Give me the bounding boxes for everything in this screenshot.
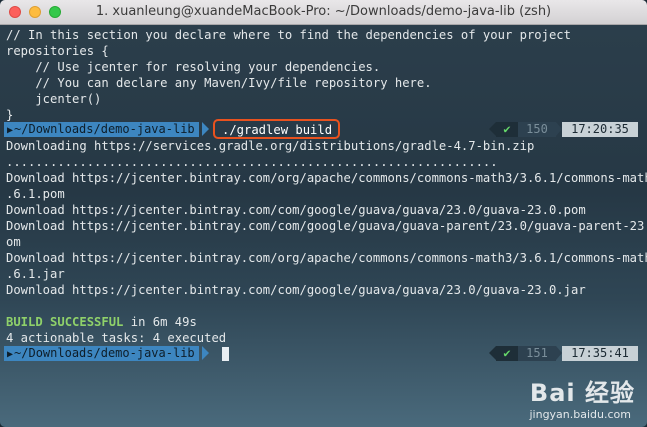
folder-arrow-icon: ▶ xyxy=(7,125,14,136)
prompt-path-label: ~/Downloads/demo-java-lib xyxy=(14,122,195,136)
output-line: // You can declare any Maven/Ivy/file re… xyxy=(6,76,432,90)
output-line: // Use jcenter for resolving your depend… xyxy=(6,60,381,74)
check-icon: ✔ xyxy=(496,122,518,137)
terminal-output-area[interactable]: // In this section you declare where to … xyxy=(0,25,647,427)
output-line: Download https://jcenter.bintray.com/org… xyxy=(6,171,647,185)
baidu-jingyan-watermark: Bai 经验 jingyan.baidu.com xyxy=(487,373,637,421)
prompt-path-segment: ▶~/Downloads/demo-java-lib xyxy=(4,122,199,137)
status-separator-icon xyxy=(489,346,496,360)
history-number: 151 xyxy=(518,346,556,361)
tasks-summary-line: 4 actionable tasks: 4 executed xyxy=(6,331,227,345)
prompt-separator-icon xyxy=(202,122,209,136)
output-line: Download https://jcenter.bintray.com/com… xyxy=(6,203,586,217)
folder-arrow-icon: ▶ xyxy=(7,349,14,360)
output-line: Downloading https://services.gradle.org/… xyxy=(6,139,535,153)
prompt-time: 17:20:35 xyxy=(562,122,638,137)
output-line: ........................................… xyxy=(6,155,498,169)
output-line: om xyxy=(6,235,21,249)
text-cursor[interactable] xyxy=(222,347,229,361)
output-line: Download https://jcenter.bintray.com/com… xyxy=(6,219,647,233)
window-title: 1. xuanleung@xuandeMacBook-Pro: ~/Downlo… xyxy=(95,4,552,19)
output-line: // In this section you declare where to … xyxy=(6,28,571,42)
prompt-path-segment: ▶~/Downloads/demo-java-lib xyxy=(4,346,199,361)
output-line: Download https://jcenter.bintray.com/org… xyxy=(6,251,647,265)
prompt-time: 17:35:41 xyxy=(562,346,638,361)
command-text[interactable]: ./gradlew build xyxy=(222,122,332,138)
output-line: repositories { xyxy=(6,44,109,58)
watermark-url: jingyan.baidu.com xyxy=(529,408,631,421)
check-icon: ✔ xyxy=(496,346,518,361)
output-line: jcenter() xyxy=(6,92,102,106)
output-line: } xyxy=(6,108,14,122)
prompt-path-label: ~/Downloads/demo-java-lib xyxy=(14,346,195,360)
build-result-line: BUILD SUCCESSFUL in 6m 49s xyxy=(6,314,197,330)
output-line: .6.1.pom xyxy=(6,187,65,201)
build-duration: in 6m 49s xyxy=(123,315,197,329)
prompt-separator-icon xyxy=(202,346,209,360)
title-bar[interactable]: 1. xuanleung@xuandeMacBook-Pro: ~/Downlo… xyxy=(0,0,647,25)
output-line: .6.1.jar xyxy=(6,267,65,281)
status-separator-icon xyxy=(489,122,496,136)
output-line: Download https://jcenter.bintray.com/com… xyxy=(6,283,586,297)
build-success-label: BUILD SUCCESSFUL xyxy=(6,315,124,329)
watermark-logo: Bai 经验 xyxy=(529,379,635,407)
terminal-window: 1. xuanleung@xuandeMacBook-Pro: ~/Downlo… xyxy=(0,0,647,427)
history-number: 150 xyxy=(518,122,556,137)
